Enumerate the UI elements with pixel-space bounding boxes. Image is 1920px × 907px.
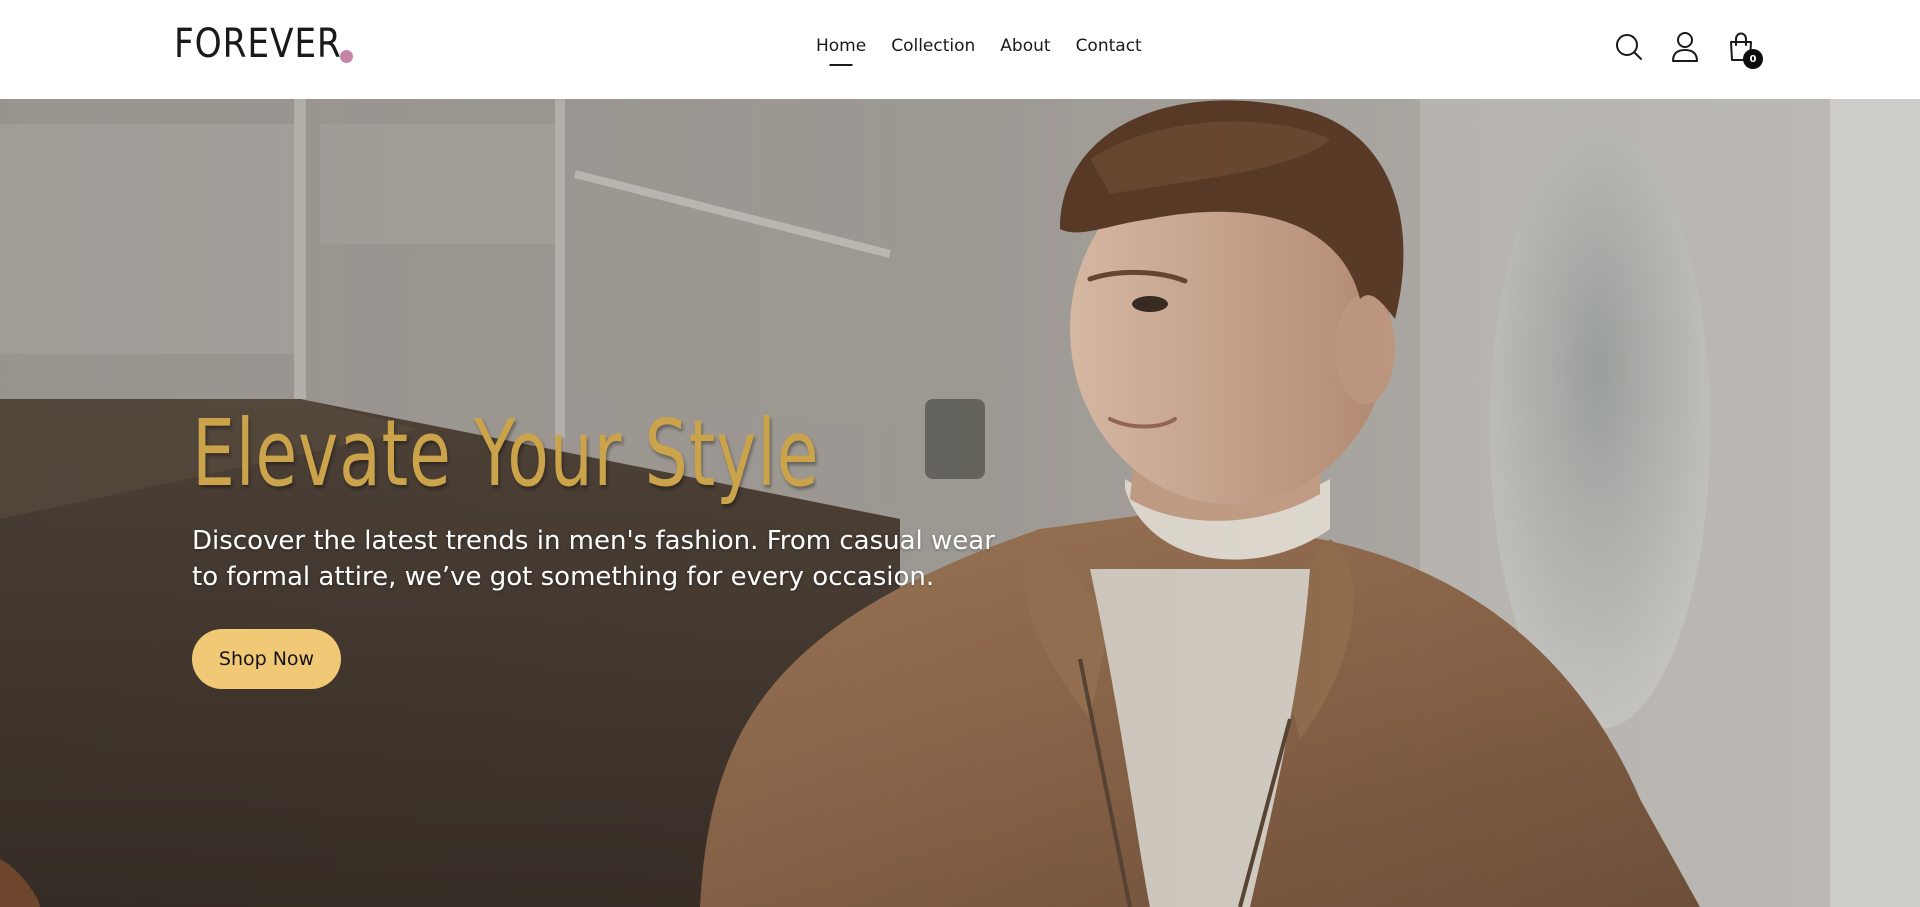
shop-now-button[interactable]: Shop Now [192, 629, 341, 689]
cart-button[interactable]: 0 [1727, 30, 1763, 69]
brand-logo[interactable]: FOREVER [174, 21, 353, 67]
site-header: FOREVER Home Collection About Contact 0 [0, 0, 1920, 99]
main-nav: Home Collection About Contact [816, 32, 1142, 62]
header-icons: 0 [1615, 30, 1763, 69]
account-button[interactable] [1671, 30, 1699, 64]
search-button[interactable] [1615, 30, 1643, 64]
logo-dot [340, 50, 353, 63]
nav-item-collection[interactable]: Collection [891, 32, 975, 60]
search-icon [1616, 34, 1642, 60]
nav-item-home[interactable]: Home [816, 32, 866, 60]
user-icon [1672, 32, 1698, 62]
hero-banner: Elevate Your Style Discover the latest t… [0, 99, 1920, 907]
logo-text: FOREVER [174, 21, 342, 67]
cart-count-badge: 0 [1743, 49, 1763, 69]
hero-content: Elevate Your Style Discover the latest t… [192, 399, 1052, 689]
nav-item-about[interactable]: About [1000, 32, 1050, 60]
hero-title: Elevate Your Style [192, 400, 820, 507]
nav-item-contact[interactable]: Contact [1076, 32, 1142, 60]
hero-description: Discover the latest trends in men's fash… [192, 526, 995, 592]
